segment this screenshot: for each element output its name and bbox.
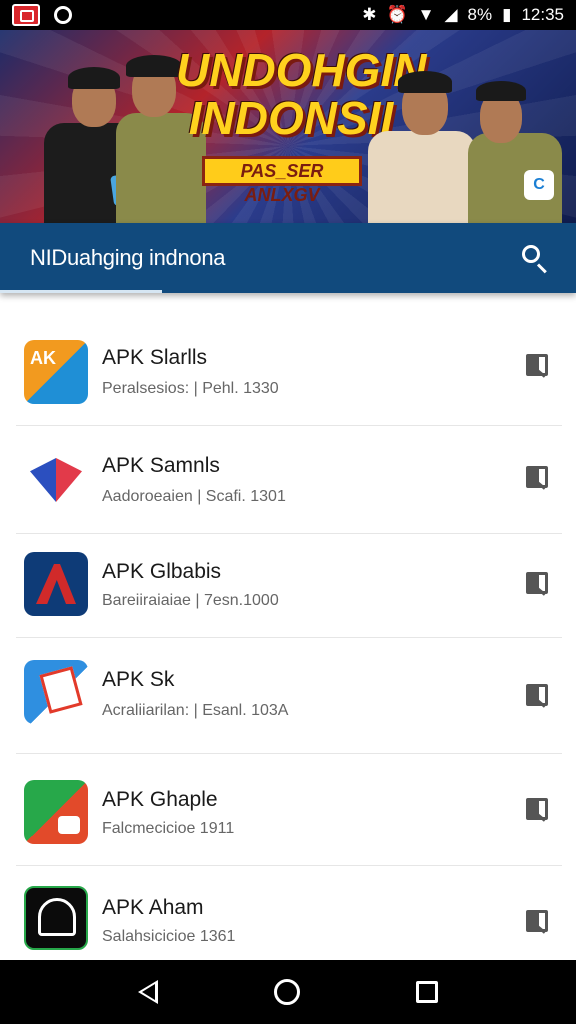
signal-icon: ◢	[444, 5, 458, 24]
app-name: APK Sk	[102, 668, 175, 691]
app-name: APK Ghaple	[102, 788, 218, 811]
app-meta: Peralsesios: | Pehl. 1330	[102, 380, 279, 397]
alarm-icon: ⏰	[386, 5, 408, 24]
clock: 12:35	[521, 5, 564, 24]
banner-app-badge-icon: C	[524, 170, 554, 200]
list-item[interactable]: APK Glbabis Bareiiraiaiae | 7esn.1000	[16, 534, 562, 638]
download-icon[interactable]	[526, 466, 548, 488]
app-title: NIDuahging indnona	[30, 245, 226, 270]
banner-tag: PAS_SER ANLXGV	[202, 156, 362, 205]
bluetooth-icon: ✱	[362, 5, 377, 24]
download-icon[interactable]	[526, 684, 548, 706]
app-icon	[24, 780, 88, 844]
list-item[interactable]: APK Sk Acraliiarilan: | Esanl. 103A	[16, 638, 562, 754]
list-item[interactable]: AK APK Slarlls Peralsesios: | Pehl. 1330	[16, 318, 562, 426]
app-icon	[24, 660, 88, 724]
notification-app-icon	[12, 4, 40, 26]
navigation-bar	[0, 960, 576, 1024]
app-name: APK Samnls	[102, 454, 220, 477]
promo-banner[interactable]: UNDOHGIN INDONSII PAS_SER ANLXGV C	[0, 30, 576, 223]
download-icon[interactable]	[526, 798, 548, 820]
app-meta: Salahsicicioe 1361	[102, 928, 236, 945]
app-icon	[24, 448, 88, 512]
list-item[interactable]: APK Ghaple Falcmecicioe 1911	[16, 754, 562, 866]
battery-icon: ▮	[502, 5, 512, 24]
system-indicators: ✱ ⏰ ▼ ◢ 8% ▮ 12:35	[362, 5, 564, 25]
camera-notification-icon	[54, 6, 72, 24]
app-icon: AK	[24, 340, 88, 404]
app-icon	[24, 552, 88, 616]
app-meta: Bareiiraiaiae | 7esn.1000	[102, 592, 279, 609]
back-icon[interactable]	[138, 980, 158, 1004]
wifi-icon: ▼	[417, 5, 435, 24]
search-icon[interactable]	[520, 243, 550, 274]
notification-icons	[12, 4, 72, 26]
download-icon[interactable]	[526, 572, 548, 594]
apk-logo-icon: AK	[30, 348, 56, 368]
app-bar: NIDuahging indnona	[0, 223, 576, 293]
app-name: APK Glbabis	[102, 560, 222, 583]
app-name: APK Aham	[102, 896, 204, 919]
status-bar: ✱ ⏰ ▼ ◢ 8% ▮ 12:35	[0, 0, 576, 30]
home-icon[interactable]	[274, 979, 300, 1005]
list-item[interactable]: APK Aham Salahsicicioe 1361	[16, 866, 562, 960]
list-item[interactable]: APK Samnls Aadoroeaien | Scafi. 1301	[16, 426, 562, 534]
tab-indicator	[0, 290, 162, 293]
battery-percent: 8%	[467, 5, 493, 24]
recents-icon[interactable]	[416, 981, 438, 1003]
download-icon[interactable]	[526, 354, 548, 376]
app-name: APK Slarlls	[102, 346, 208, 369]
app-meta: Acraliiarilan: | Esanl. 103A	[102, 702, 289, 719]
app-meta: Falcmecicioe 1911	[102, 820, 235, 837]
app-meta: Aadoroeaien | Scafi. 1301	[102, 488, 286, 505]
app-icon	[24, 886, 88, 950]
download-icon[interactable]	[526, 910, 548, 932]
